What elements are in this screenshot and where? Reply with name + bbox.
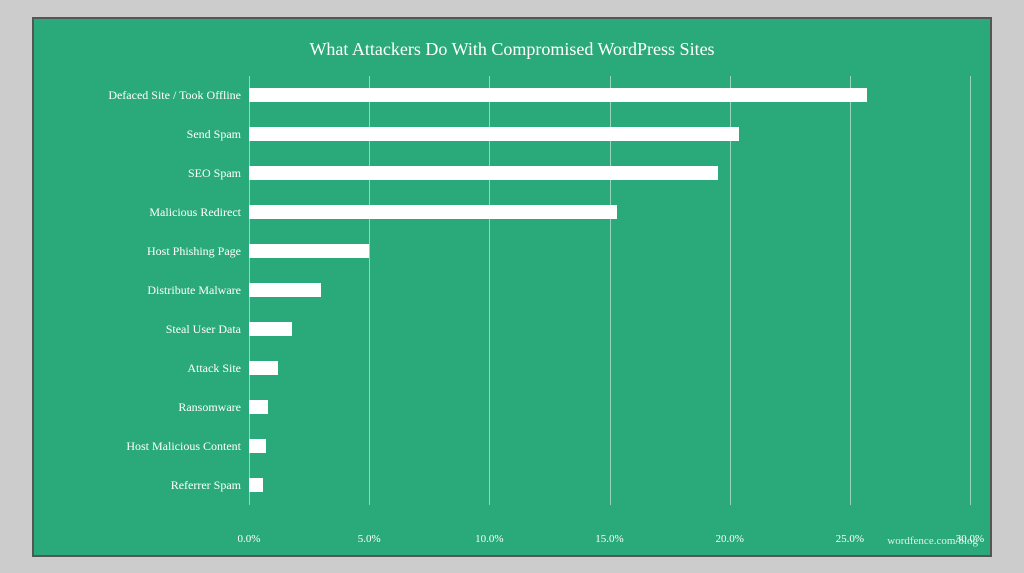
x-axis-label: 0.0% bbox=[238, 533, 261, 545]
y-label: Host Phishing Page bbox=[54, 244, 241, 258]
bar-row bbox=[249, 320, 970, 338]
y-label: SEO Spam bbox=[54, 166, 241, 180]
x-axis-label: 5.0% bbox=[358, 533, 381, 545]
bars-area: 0.0%5.0%10.0%15.0%20.0%25.0%30.0% bbox=[249, 76, 970, 505]
y-label: Ransomware bbox=[54, 400, 241, 414]
grid-line bbox=[970, 76, 971, 505]
y-label: Steal User Data bbox=[54, 322, 241, 336]
bar bbox=[249, 400, 268, 414]
bar bbox=[249, 205, 617, 219]
x-axis-label: 20.0% bbox=[715, 533, 743, 545]
y-labels: Defaced Site / Took Offline Send Spam SEO … bbox=[54, 76, 249, 505]
bar-row bbox=[249, 476, 970, 494]
y-label: Attack Site bbox=[54, 361, 241, 375]
bar bbox=[249, 361, 278, 375]
y-label: Referrer Spam bbox=[54, 478, 241, 492]
bar bbox=[249, 283, 321, 297]
x-axis-label: 25.0% bbox=[836, 533, 864, 545]
y-label: Host Malicious Content bbox=[54, 439, 241, 453]
y-label: Malicious Redirect bbox=[54, 205, 241, 219]
chart-body: Defaced Site / Took Offline Send Spam SEO … bbox=[54, 76, 970, 505]
bar bbox=[249, 478, 263, 492]
x-axis-label: 10.0% bbox=[475, 533, 503, 545]
bar-row bbox=[249, 281, 970, 299]
y-label: Send Spam bbox=[54, 127, 241, 141]
watermark: wordfence.com/blog bbox=[887, 535, 978, 547]
bar bbox=[249, 439, 266, 453]
x-axis-label: 15.0% bbox=[595, 533, 623, 545]
y-label: Distribute Malware bbox=[54, 283, 241, 297]
bar-row bbox=[249, 125, 970, 143]
bar bbox=[249, 322, 292, 336]
bar-row bbox=[249, 359, 970, 377]
bar bbox=[249, 166, 718, 180]
chart-container: What Attackers Do With Compromised WordP… bbox=[32, 17, 992, 557]
bar-row bbox=[249, 242, 970, 260]
bar bbox=[249, 244, 369, 258]
bar bbox=[249, 88, 867, 102]
y-label: Defaced Site / Took Offline bbox=[54, 88, 241, 102]
bar-row bbox=[249, 86, 970, 104]
bar-row bbox=[249, 164, 970, 182]
bar-row bbox=[249, 437, 970, 455]
bar bbox=[249, 127, 739, 141]
chart-title: What Attackers Do With Compromised WordP… bbox=[54, 39, 970, 60]
bar-row bbox=[249, 398, 970, 416]
bar-row bbox=[249, 203, 970, 221]
